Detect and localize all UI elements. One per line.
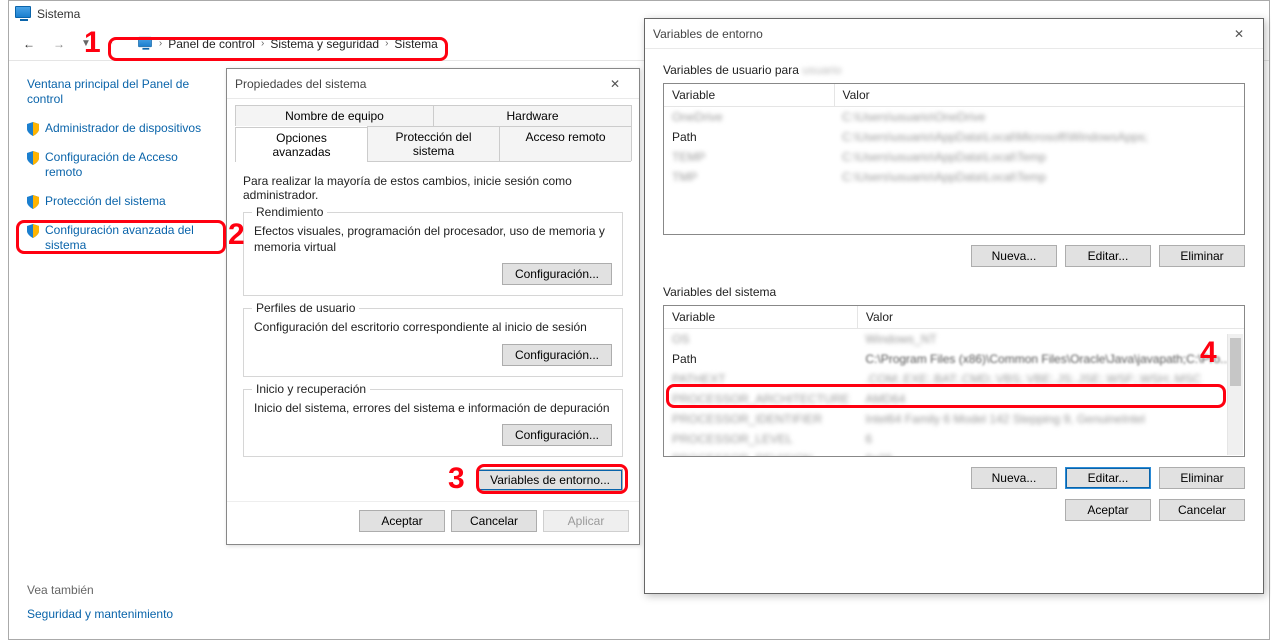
forward-button[interactable]: →	[49, 34, 69, 54]
col-variable[interactable]: Variable	[664, 306, 857, 329]
dialog-footer: Aceptar Cancelar Aplicar	[227, 501, 639, 544]
sidebar-link-home[interactable]: Ventana principal del Panel de control	[27, 77, 217, 107]
group-legend: Perfiles de usuario	[252, 301, 359, 315]
window-title: Sistema	[37, 7, 80, 21]
shield-icon	[27, 151, 39, 165]
user-var-row[interactable]: OneDriveC:\Users\usuario\OneDrive	[664, 107, 1244, 128]
admin-note: Para realizar la mayoría de estos cambio…	[243, 174, 623, 202]
user-delete-button[interactable]: Eliminar	[1159, 245, 1245, 267]
env-body: Variables de usuario para usuario Variab…	[645, 49, 1263, 531]
system-var-row-path[interactable]: PathC:\Program Files (x86)\Common Files\…	[664, 349, 1244, 369]
system-var-row[interactable]: PROCESSOR_ARCHITECTUREAMD64	[664, 389, 1244, 409]
ok-button[interactable]: Aceptar	[1065, 499, 1151, 521]
group-legend: Rendimiento	[252, 205, 327, 219]
system-var-row[interactable]: PROCESSOR_REVISION8e09	[664, 449, 1244, 457]
performance-settings-button[interactable]: Configuración...	[502, 263, 612, 285]
sidebar-link-label: Administrador de dispositivos	[45, 121, 201, 136]
group-desc: Inicio del sistema, errores del sistema …	[254, 400, 612, 416]
tab-advanced[interactable]: Opciones avanzadas	[235, 127, 368, 162]
sidebar-link-label: Configuración avanzada del sistema	[45, 223, 217, 253]
profiles-settings-button[interactable]: Configuración...	[502, 344, 612, 366]
tab-remote[interactable]: Acceso remoto	[499, 126, 632, 161]
col-variable[interactable]: Variable	[664, 84, 834, 107]
system-vars-label: Variables del sistema	[663, 285, 1245, 299]
group-desc: Configuración del escritorio correspondi…	[254, 319, 612, 335]
user-vars-table[interactable]: Variable Valor OneDriveC:\Users\usuario\…	[663, 83, 1245, 235]
system-vars-table[interactable]: Variable Valor OSWindows_NT PathC:\Progr…	[663, 305, 1245, 457]
apply-button: Aplicar	[543, 510, 629, 532]
group-performance: Rendimiento Efectos visuales, programaci…	[243, 212, 623, 296]
sidebar-link-security-maintenance[interactable]: Seguridad y mantenimiento	[27, 607, 217, 622]
ok-button[interactable]: Aceptar	[359, 510, 445, 532]
dialog-title: Variables de entorno	[653, 27, 763, 41]
breadcrumb[interactable]: › Panel de control › Sistema y seguridad…	[131, 32, 444, 56]
dialog-titlebar: Variables de entorno ✕	[645, 19, 1263, 49]
breadcrumb-item-panel[interactable]: Panel de control	[168, 37, 255, 51]
user-vars-label-text: Variables de usuario para	[663, 63, 799, 77]
group-legend: Inicio y recuperación	[252, 382, 370, 396]
user-var-row-path[interactable]: PathC:\Users\usuario\AppData\Local\Micro…	[664, 127, 1244, 147]
sidebar-link-label: Protección del sistema	[45, 194, 166, 209]
group-desc: Efectos visuales, programación del proce…	[254, 223, 612, 255]
environment-variables-button[interactable]: Variables de entorno...	[477, 469, 623, 491]
tab-computer-name[interactable]: Nombre de equipo	[235, 105, 434, 126]
sidebar-link-advanced-settings[interactable]: Configuración avanzada del sistema	[27, 223, 217, 253]
sidebar-link-remote[interactable]: Configuración de Acceso remoto	[27, 150, 217, 180]
see-also-heading: Vea también	[27, 583, 217, 597]
user-vars-label: Variables de usuario para usuario	[663, 63, 1245, 77]
close-icon[interactable]: ✕	[1223, 24, 1255, 44]
breadcrumb-sep-icon: ›	[261, 38, 264, 49]
col-value[interactable]: Valor	[834, 84, 1244, 107]
back-button[interactable]: ←	[19, 34, 39, 54]
system-var-row[interactable]: PROCESSOR_IDENTIFIERIntel64 Family 6 Mod…	[664, 409, 1244, 429]
breadcrumb-item-security[interactable]: Sistema y seguridad	[270, 37, 379, 51]
tab-body-advanced: Para realizar la mayoría de estos cambio…	[227, 162, 639, 501]
group-startup-recovery: Inicio y recuperación Inicio del sistema…	[243, 389, 623, 457]
vertical-scrollbar[interactable]	[1227, 334, 1243, 455]
sidebar: Ventana principal del Panel de control A…	[9, 61, 227, 639]
user-new-button[interactable]: Nueva...	[971, 245, 1057, 267]
sidebar-link-label: Configuración de Acceso remoto	[45, 150, 217, 180]
system-icon	[15, 6, 31, 22]
breadcrumb-icon	[137, 36, 153, 51]
username-blur: usuario	[802, 63, 841, 77]
breadcrumb-item-system[interactable]: Sistema	[394, 37, 437, 51]
sidebar-link-system-protection[interactable]: Protección del sistema	[27, 194, 217, 209]
system-var-row[interactable]: OSWindows_NT	[664, 329, 1244, 350]
system-new-button[interactable]: Nueva...	[971, 467, 1057, 489]
dialog-titlebar: Propiedades del sistema ✕	[227, 69, 639, 99]
group-user-profiles: Perfiles de usuario Configuración del es…	[243, 308, 623, 376]
history-dropdown[interactable]: ▼	[81, 38, 91, 49]
system-edit-button[interactable]: Editar...	[1065, 467, 1151, 489]
col-value[interactable]: Valor	[857, 306, 1244, 329]
system-var-row[interactable]: PATHEXT.COM;.EXE;.BAT;.CMD;.VBS;.VBE;.JS…	[664, 369, 1244, 389]
shield-icon	[27, 122, 39, 136]
system-properties-dialog: Propiedades del sistema ✕ Nombre de equi…	[226, 68, 640, 545]
tabstrip: Nombre de equipo Hardware Opciones avanz…	[235, 105, 631, 162]
sidebar-link-device-manager[interactable]: Administrador de dispositivos	[27, 121, 217, 136]
environment-variables-dialog: Variables de entorno ✕ Variables de usua…	[644, 18, 1264, 594]
cancel-button[interactable]: Cancelar	[1159, 499, 1245, 521]
shield-icon	[27, 195, 39, 209]
breadcrumb-sep-icon: ›	[385, 38, 388, 49]
system-vars-buttons: Nueva... Editar... Eliminar	[663, 467, 1245, 489]
shield-icon	[27, 224, 39, 238]
user-edit-button[interactable]: Editar...	[1065, 245, 1151, 267]
user-var-row[interactable]: TEMPC:\Users\usuario\AppData\Local\Temp	[664, 147, 1244, 167]
user-vars-buttons: Nueva... Editar... Eliminar	[663, 245, 1245, 267]
dialog-title: Propiedades del sistema	[235, 77, 366, 91]
up-button[interactable]: ↑	[101, 34, 121, 54]
tab-system-protection[interactable]: Protección del sistema	[367, 126, 500, 161]
env-dialog-footer: Aceptar Cancelar	[663, 499, 1245, 521]
tab-hardware[interactable]: Hardware	[433, 105, 632, 126]
system-delete-button[interactable]: Eliminar	[1159, 467, 1245, 489]
scrollbar-thumb[interactable]	[1230, 338, 1241, 386]
startup-settings-button[interactable]: Configuración...	[502, 424, 612, 446]
close-icon[interactable]: ✕	[599, 74, 631, 94]
breadcrumb-sep-icon: ›	[159, 38, 162, 49]
system-var-row[interactable]: PROCESSOR_LEVEL6	[664, 429, 1244, 449]
cancel-button[interactable]: Cancelar	[451, 510, 537, 532]
user-var-row[interactable]: TMPC:\Users\usuario\AppData\Local\Temp	[664, 167, 1244, 187]
